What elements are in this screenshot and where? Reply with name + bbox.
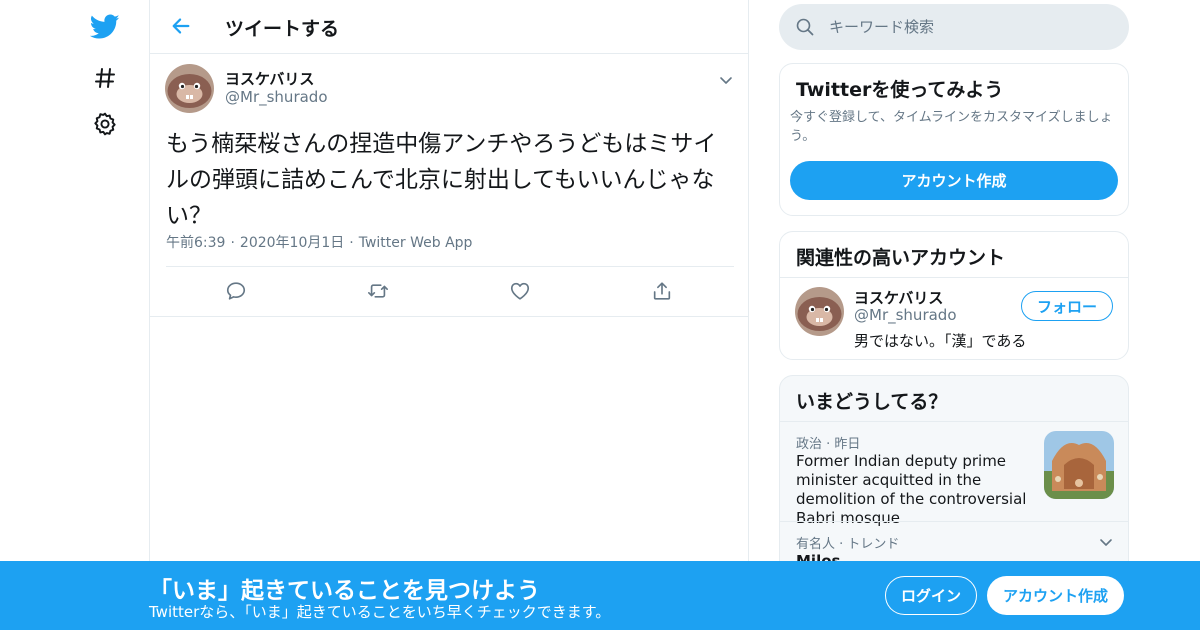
- retweet-icon[interactable]: [365, 278, 391, 304]
- meta-separator: ·: [349, 235, 354, 251]
- share-icon[interactable]: [649, 278, 675, 304]
- signup-button[interactable]: アカウント作成: [987, 576, 1124, 615]
- follow-button[interactable]: フォロー: [1021, 291, 1113, 321]
- create-account-button[interactable]: アカウント作成: [790, 161, 1118, 200]
- trend-thumbnail[interactable]: [1044, 431, 1114, 499]
- left-nav: [0, 0, 149, 630]
- search-icon: [795, 17, 815, 37]
- divider: [780, 277, 1128, 278]
- banner-title: 「いま」起きていることを見つけよう: [149, 578, 540, 604]
- search-bar[interactable]: [779, 4, 1129, 50]
- gear-icon[interactable]: [89, 108, 121, 140]
- chevron-down-icon[interactable]: [716, 70, 736, 90]
- author-name[interactable]: ヨスケバリス: [225, 68, 314, 89]
- relevant-account-name[interactable]: ヨスケバリス: [854, 287, 943, 308]
- trend-headline[interactable]: Former Indian deputy prime minister acqu…: [796, 452, 1036, 528]
- author-handle[interactable]: @Mr_shurado: [225, 88, 328, 106]
- meta-separator: ·: [230, 235, 235, 251]
- trend-meta: 政治 · 昨日: [796, 437, 861, 452]
- signup-card-text: 今すぐ登録して、タイムラインをカスタマイズしましょう。: [790, 110, 1113, 144]
- page-title: ツイートする: [225, 18, 340, 40]
- avatar[interactable]: [165, 64, 214, 113]
- tweet-time[interactable]: 午前6:39: [166, 235, 225, 251]
- tweet-date[interactable]: 2020年10月1日: [240, 235, 344, 251]
- chevron-down-icon[interactable]: [1096, 532, 1116, 552]
- hashtag-icon[interactable]: [89, 62, 121, 94]
- tweet-source[interactable]: Twitter Web App: [359, 235, 473, 251]
- twitter-bird-icon[interactable]: [89, 11, 121, 43]
- divider: [780, 421, 1128, 422]
- search-input[interactable]: [829, 12, 1109, 42]
- signup-card-title: Twitterを使ってみよう: [796, 79, 1004, 101]
- trend-meta: 有名人 · トレンド: [796, 537, 900, 552]
- trends-title: いまどうしてる？: [796, 391, 948, 413]
- reply-icon[interactable]: [223, 278, 249, 304]
- tweet-text: もう楠栞桜さんの捏造中傷アンチやろうどもはミサイルの弾頭に詰めこんで北京に射出し…: [166, 131, 717, 229]
- arrow-left-icon[interactable]: [168, 13, 194, 39]
- tweet: ヨスケバリス @Mr_shurado もう楠栞桜さんの捏造中傷アンチやろうどもは…: [150, 54, 748, 317]
- divider: [780, 521, 1128, 522]
- trends-card: いまどうしてる？ 政治 · 昨日 Former Indian deputy pr…: [779, 375, 1129, 575]
- relevant-account-handle[interactable]: @Mr_shurado: [854, 306, 957, 324]
- banner-subtitle: Twitterなら、「いま」起きていることをいち早くチェックできます。: [149, 603, 611, 621]
- login-button[interactable]: ログイン: [885, 576, 977, 615]
- tweet-meta: 午前6:39 · 2020年10月1日 · Twitter Web App: [166, 232, 472, 252]
- bottom-banner: 「いま」起きていることを見つけよう Twitterなら、「いま」起きていることを…: [0, 561, 1200, 630]
- avatar[interactable]: [795, 287, 844, 336]
- main-header: ツイートする: [150, 0, 748, 54]
- relevant-accounts-title: 関連性の高いアカウント: [796, 247, 1006, 269]
- like-icon[interactable]: [507, 278, 533, 304]
- app: ツイートする ヨスケバリス @Mr_shurado もう楠栞桜さんの捏造中傷アン…: [0, 0, 1200, 630]
- main-column: ツイートする ヨスケバリス @Mr_shurado もう楠栞桜さんの捏造中傷アン…: [149, 0, 749, 630]
- divider: [166, 266, 734, 267]
- signup-card: Twitterを使ってみよう 今すぐ登録して、タイムラインをカスタマイズしましょ…: [779, 63, 1129, 216]
- relevant-accounts-card: 関連性の高いアカウント ヨスケバリス @Mr_shurado 男ではない。「漢」…: [779, 231, 1129, 360]
- relevant-account-bio: 男ではない。「漢」である: [854, 332, 1027, 350]
